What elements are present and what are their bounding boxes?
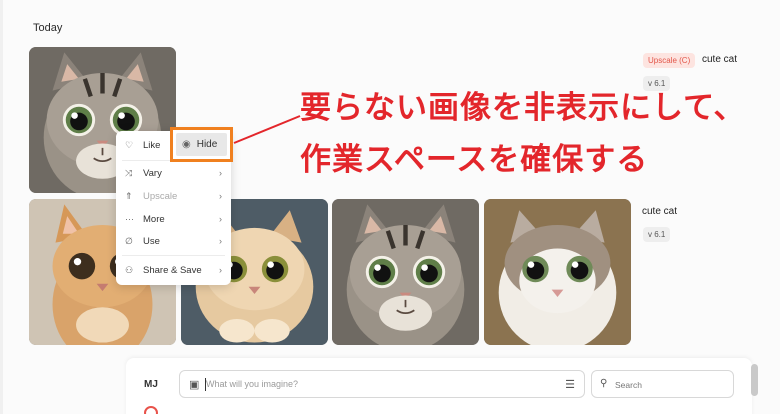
hide-button-highlight[interactable]: ◉ Hide [170,127,233,162]
chevron-right-icon: › [219,168,222,178]
scrollbar-thumb[interactable] [751,364,758,396]
settings-sliders-icon[interactable]: ☰ [565,378,575,391]
grid-image-3[interactable] [332,199,479,345]
search-icon: ⚲ [600,378,608,389]
job-prompt-text[interactable]: cute cat [642,206,677,217]
heart-icon: ♡ [125,139,134,150]
more-icon: ··· [125,214,134,224]
menu-item-vary[interactable]: ⤨ Vary › [116,163,231,183]
composer-label: MJ [144,379,158,390]
prompt-input[interactable] [206,376,546,392]
left-edge [0,0,3,414]
share-icon: ⚇ [125,264,134,275]
section-date-label: Today [33,22,63,34]
menu-item-upscale[interactable]: ⇑ Upscale › [116,186,231,206]
upscale-icon: ⇑ [125,190,133,201]
menu-item-use[interactable]: ∅ Use › [116,231,231,251]
menu-item-more[interactable]: ··· More › [116,209,231,229]
version-badge: v 6.1 [643,227,671,242]
image-upload-icon[interactable]: ▣ [189,378,199,391]
job-prompt-text[interactable]: cute cat [702,54,737,65]
chevron-right-icon: › [219,265,222,275]
menu-item-hide[interactable]: ◉ Hide [176,133,227,156]
shuffle-icon: ⤨ [125,167,133,178]
eye-icon: ◉ [182,139,191,150]
search-box[interactable]: ⚲ [591,370,734,398]
prompt-bar[interactable]: ▣ ☰ [179,370,585,398]
status-indicator-icon [144,406,158,414]
chevron-right-icon: › [219,191,222,201]
chevron-right-icon: › [219,236,222,246]
menu-item-share-save[interactable]: ⚇ Share & Save › [116,260,231,280]
annotation-line-1: 要らない画像を非表示にして、 [300,90,746,126]
paperclip-icon: ∅ [125,235,133,246]
menu-divider [122,255,225,256]
upscale-badge: Upscale (C) [643,53,696,68]
grid-image-4[interactable] [484,199,631,345]
annotation-pointer-line [233,115,301,144]
annotation-line-2: 作業スペースを確保する [300,142,649,178]
search-input[interactable] [615,377,725,392]
chevron-right-icon: › [219,214,222,224]
